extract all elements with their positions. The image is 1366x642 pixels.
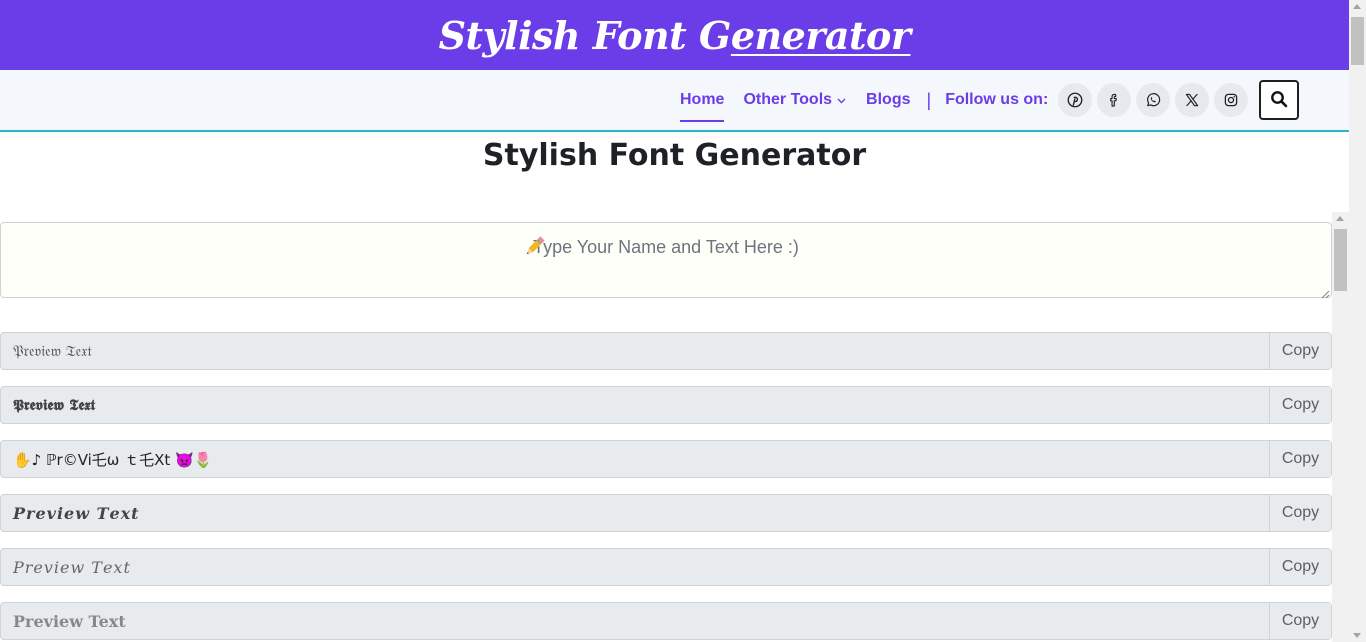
page: Stylish Font Generator Home Other Tools … bbox=[0, 0, 1366, 642]
font-preview-text[interactable]: Preview Text bbox=[1, 612, 1269, 631]
font-row[interactable]: 𝔓𝔯𝔢𝔳𝔦𝔢𝔴 𝔗𝔢𝔵𝔱 Copy bbox=[0, 332, 1332, 370]
font-preview-text[interactable]: 𝑃𝑟𝑒𝑣𝑖𝑒𝑤 𝑇𝑒𝑥𝑡 bbox=[1, 558, 1269, 577]
list-scrollbar[interactable] bbox=[1332, 212, 1349, 642]
window-scrollbar[interactable] bbox=[1349, 0, 1366, 642]
copy-button[interactable]: Copy bbox=[1269, 549, 1331, 585]
nav-home-link[interactable]: Home bbox=[680, 70, 725, 130]
scroll-up-arrow-icon[interactable] bbox=[1353, 4, 1361, 9]
brand-text-part2: enerator bbox=[730, 12, 911, 58]
font-row[interactable]: Preview Text Copy bbox=[0, 602, 1332, 640]
search-icon bbox=[1270, 90, 1288, 111]
follow-us-label: Follow us on: bbox=[945, 91, 1049, 108]
top-banner: Stylish Font Generator bbox=[0, 0, 1349, 70]
font-row[interactable]: 𝑷𝒓𝒆𝒗𝒊𝒆𝒘 𝑻𝒆𝒙𝒕 Copy bbox=[0, 494, 1332, 532]
whatsapp-icon[interactable] bbox=[1136, 83, 1171, 117]
font-row[interactable]: 𝑃𝑟𝑒𝑣𝑖𝑒𝑤 𝑇𝑒𝑥𝑡 Copy bbox=[0, 548, 1332, 586]
search-button[interactable] bbox=[1259, 80, 1300, 120]
window-scrollbar-thumb[interactable] bbox=[1351, 17, 1364, 65]
font-preview-text[interactable]: 𝑷𝒓𝒆𝒗𝒊𝒆𝒘 𝑻𝒆𝒙𝒕 bbox=[1, 504, 1269, 523]
font-preview-text[interactable]: ✋♪ ℙr©Vi乇ω ｔ乇Xt 👿🌷 bbox=[1, 449, 1269, 470]
textarea-resize-handle[interactable] bbox=[1320, 286, 1330, 299]
copy-button[interactable]: Copy bbox=[1269, 495, 1331, 531]
font-preview-text[interactable]: 𝕻𝖗𝖊𝖛𝖎𝖊𝖜 𝕿𝖊𝖝𝖙 bbox=[1, 396, 1269, 414]
font-preview-text[interactable]: 𝔓𝔯𝔢𝔳𝔦𝔢𝔴 𝔗𝔢𝔵𝔱 bbox=[1, 342, 1269, 360]
copy-button[interactable]: Copy bbox=[1269, 387, 1331, 423]
scroll-up-arrow-icon[interactable] bbox=[1336, 216, 1344, 221]
font-row[interactable]: 𝕻𝖗𝖊𝖛𝖎𝖊𝖜 𝕿𝖊𝖝𝖙 Copy bbox=[0, 386, 1332, 424]
font-row[interactable]: ✋♪ ℙr©Vi乇ω ｔ乇Xt 👿🌷 Copy bbox=[0, 440, 1332, 478]
nav-menu: Home Other Tools Blogs | Follow us on: bbox=[680, 70, 1300, 130]
copy-button[interactable]: Copy bbox=[1269, 333, 1331, 369]
text-input[interactable] bbox=[0, 222, 1332, 298]
brand-text-part1: Stylish Font G bbox=[438, 12, 732, 58]
page-title: Stylish Font Generator bbox=[482, 138, 867, 173]
pinterest-icon[interactable] bbox=[1058, 83, 1093, 117]
scroll-down-arrow-icon[interactable] bbox=[1353, 633, 1361, 638]
copy-button[interactable]: Copy bbox=[1269, 603, 1331, 639]
list-scrollbar-thumb[interactable] bbox=[1334, 229, 1347, 291]
nav-other-tools-label: Other Tools bbox=[743, 91, 833, 108]
chevron-down-icon bbox=[837, 95, 846, 107]
instagram-icon[interactable] bbox=[1214, 83, 1249, 117]
facebook-icon[interactable] bbox=[1097, 83, 1132, 117]
nav-other-tools-dropdown[interactable]: Other Tools bbox=[743, 70, 846, 130]
navbar: Home Other Tools Blogs | Follow us on: bbox=[0, 70, 1349, 132]
generator-area: 𝔓𝔯𝔢𝔳𝔦𝔢𝔴 𝔗𝔢𝔵𝔱 Copy 𝕻𝖗𝖊𝖛𝖎𝖊𝖜 𝕿𝖊𝖝𝖙 Copy ✋♪ ℙ… bbox=[0, 212, 1349, 642]
nav-blogs-link[interactable]: Blogs bbox=[866, 70, 910, 130]
copy-button[interactable]: Copy bbox=[1269, 441, 1331, 477]
x-icon[interactable] bbox=[1175, 83, 1210, 117]
site-logo[interactable]: Stylish Font Generator bbox=[439, 13, 911, 58]
nav-separator: | bbox=[926, 89, 932, 110]
